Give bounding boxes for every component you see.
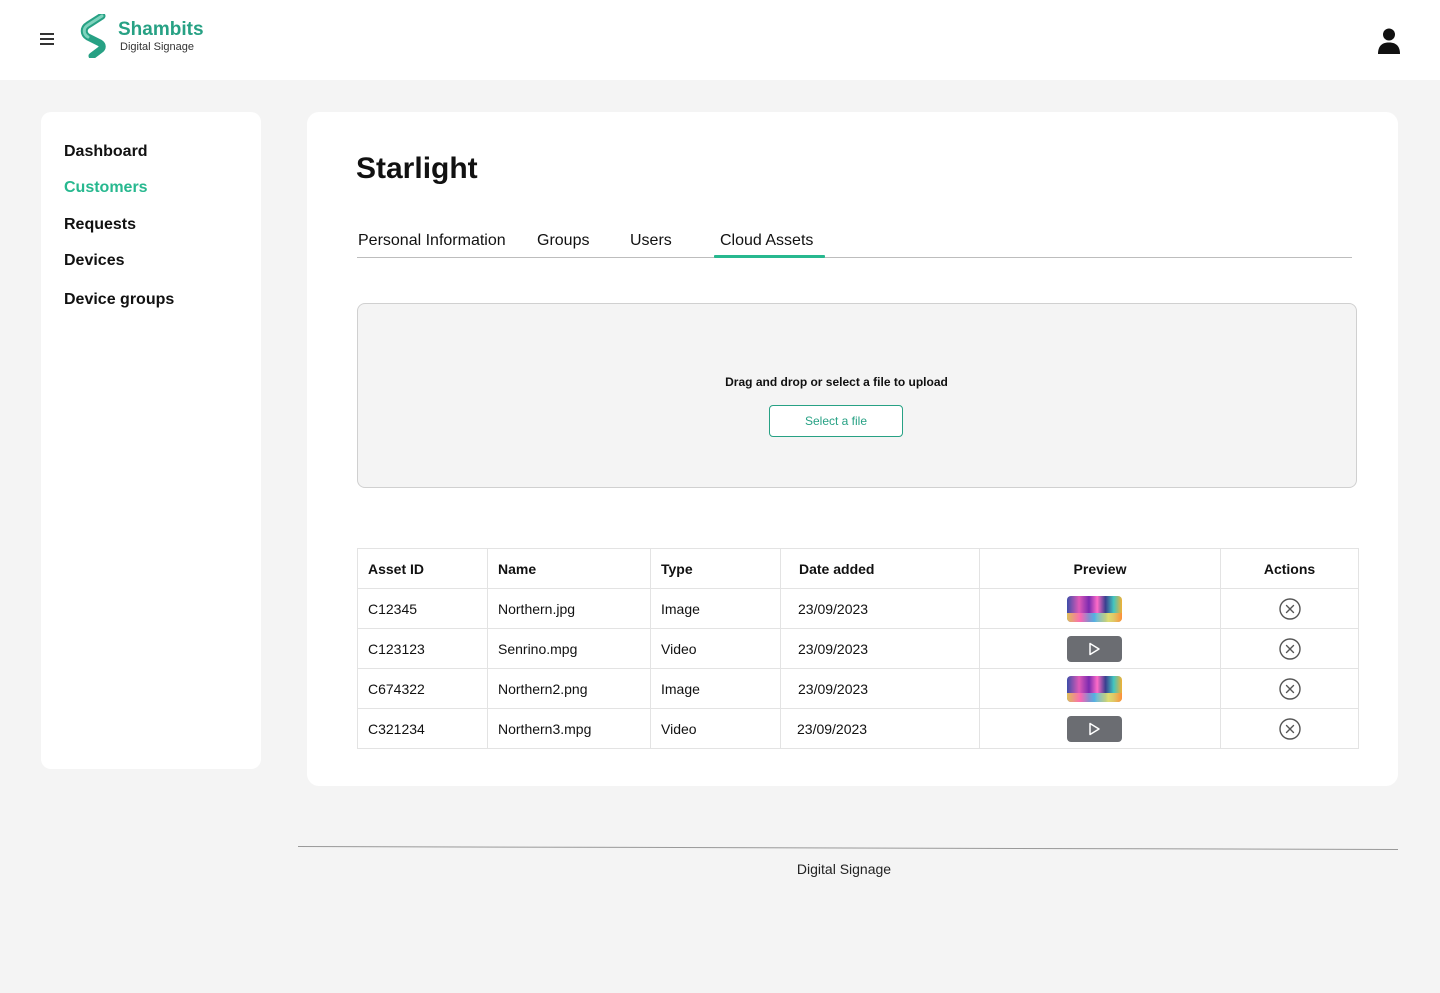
tab-users[interactable]: Users xyxy=(630,232,672,250)
column-header-actions: Actions xyxy=(1220,548,1359,589)
video-play-icon xyxy=(1089,722,1100,735)
brand-subtitle: Digital Signage xyxy=(120,41,194,53)
asset-id-cell: C674322 xyxy=(357,668,488,709)
dropzone-instruction: Drag and drop or select a file to upload xyxy=(725,375,948,389)
image-thumbnail[interactable] xyxy=(1066,675,1122,702)
active-tab-indicator xyxy=(714,255,825,258)
asset-date-cell: 23/09/2023 xyxy=(780,708,980,749)
sidebar-item-devices[interactable]: Devices xyxy=(64,252,125,270)
asset-date-cell: 23/09/2023 xyxy=(780,628,980,669)
remove-circle-icon[interactable] xyxy=(1278,717,1301,740)
top-bar: Shambits Digital Signage xyxy=(0,0,1440,80)
table-row: C321234 Northern3.mpg Video 23/09/2023 xyxy=(357,708,1359,749)
shambits-s-logo-icon xyxy=(80,14,106,58)
asset-name-cell: Northern.jpg xyxy=(487,588,651,629)
column-header-date-added[interactable]: Date added xyxy=(780,548,980,589)
video-preview[interactable] xyxy=(1066,715,1122,742)
select-file-button[interactable]: Select a file xyxy=(769,405,903,437)
table-header-row: Asset ID Name Type Date added Preview Ac… xyxy=(357,548,1359,589)
tab-groups[interactable]: Groups xyxy=(537,232,589,250)
sidebar: Dashboard Customers Requests Devices Dev… xyxy=(41,112,261,769)
hamburger-menu-icon[interactable] xyxy=(40,33,55,46)
remove-circle-icon[interactable] xyxy=(1278,597,1301,620)
sidebar-item-dashboard[interactable]: Dashboard xyxy=(64,143,148,161)
tab-bar: Personal Information Groups Users Cloud … xyxy=(357,230,1352,258)
asset-id-cell: C12345 xyxy=(357,588,488,629)
asset-id-cell: C321234 xyxy=(357,708,488,749)
asset-name-cell: Northern3.mpg xyxy=(487,708,651,749)
sidebar-item-requests[interactable]: Requests xyxy=(64,216,136,234)
sidebar-item-customers[interactable]: Customers xyxy=(64,179,148,197)
footer-divider xyxy=(298,846,1398,850)
brand-name: Shambits xyxy=(118,19,204,40)
asset-name-cell: Northern2.png xyxy=(487,668,651,709)
page-title: Starlight xyxy=(356,152,478,185)
table-row: C674322 Northern2.png Image 23/09/2023 xyxy=(357,668,1359,709)
column-header-name[interactable]: Name xyxy=(487,548,651,589)
asset-type-cell: Image xyxy=(650,588,781,629)
brand-logo[interactable]: Shambits Digital Signage xyxy=(78,14,204,58)
column-header-asset-id[interactable]: Asset ID xyxy=(357,548,488,589)
asset-id-cell: C123123 xyxy=(357,628,488,669)
table-row: C123123 Senrino.mpg Video 23/09/2023 xyxy=(357,628,1359,669)
asset-name-cell: Senrino.mpg xyxy=(487,628,651,669)
table-row: C12345 Northern.jpg Image 23/09/2023 xyxy=(357,588,1359,629)
asset-type-cell: Image xyxy=(650,668,781,709)
video-play-icon xyxy=(1089,642,1100,655)
main-panel: Starlight Personal Information Groups Us… xyxy=(307,112,1398,786)
user-account-icon[interactable] xyxy=(1377,27,1401,55)
asset-type-cell: Video xyxy=(650,628,781,669)
asset-date-cell: 23/09/2023 xyxy=(780,588,980,629)
image-thumbnail[interactable] xyxy=(1066,595,1122,622)
asset-date-cell: 23/09/2023 xyxy=(780,668,980,709)
video-preview[interactable] xyxy=(1066,635,1122,662)
sidebar-item-device-groups[interactable]: Device groups xyxy=(64,291,174,309)
column-header-preview: Preview xyxy=(979,548,1221,589)
file-dropzone[interactable]: Drag and drop or select a file to upload… xyxy=(357,303,1357,488)
asset-type-cell: Video xyxy=(650,708,781,749)
tab-personal-information[interactable]: Personal Information xyxy=(358,232,506,250)
cloud-assets-table: Asset ID Name Type Date added Preview Ac… xyxy=(357,548,1359,749)
remove-circle-icon[interactable] xyxy=(1278,637,1301,660)
tab-cloud-assets[interactable]: Cloud Assets xyxy=(720,232,813,250)
remove-circle-icon[interactable] xyxy=(1278,677,1301,700)
column-header-type[interactable]: Type xyxy=(650,548,781,589)
footer-text: Digital Signage xyxy=(796,861,892,877)
